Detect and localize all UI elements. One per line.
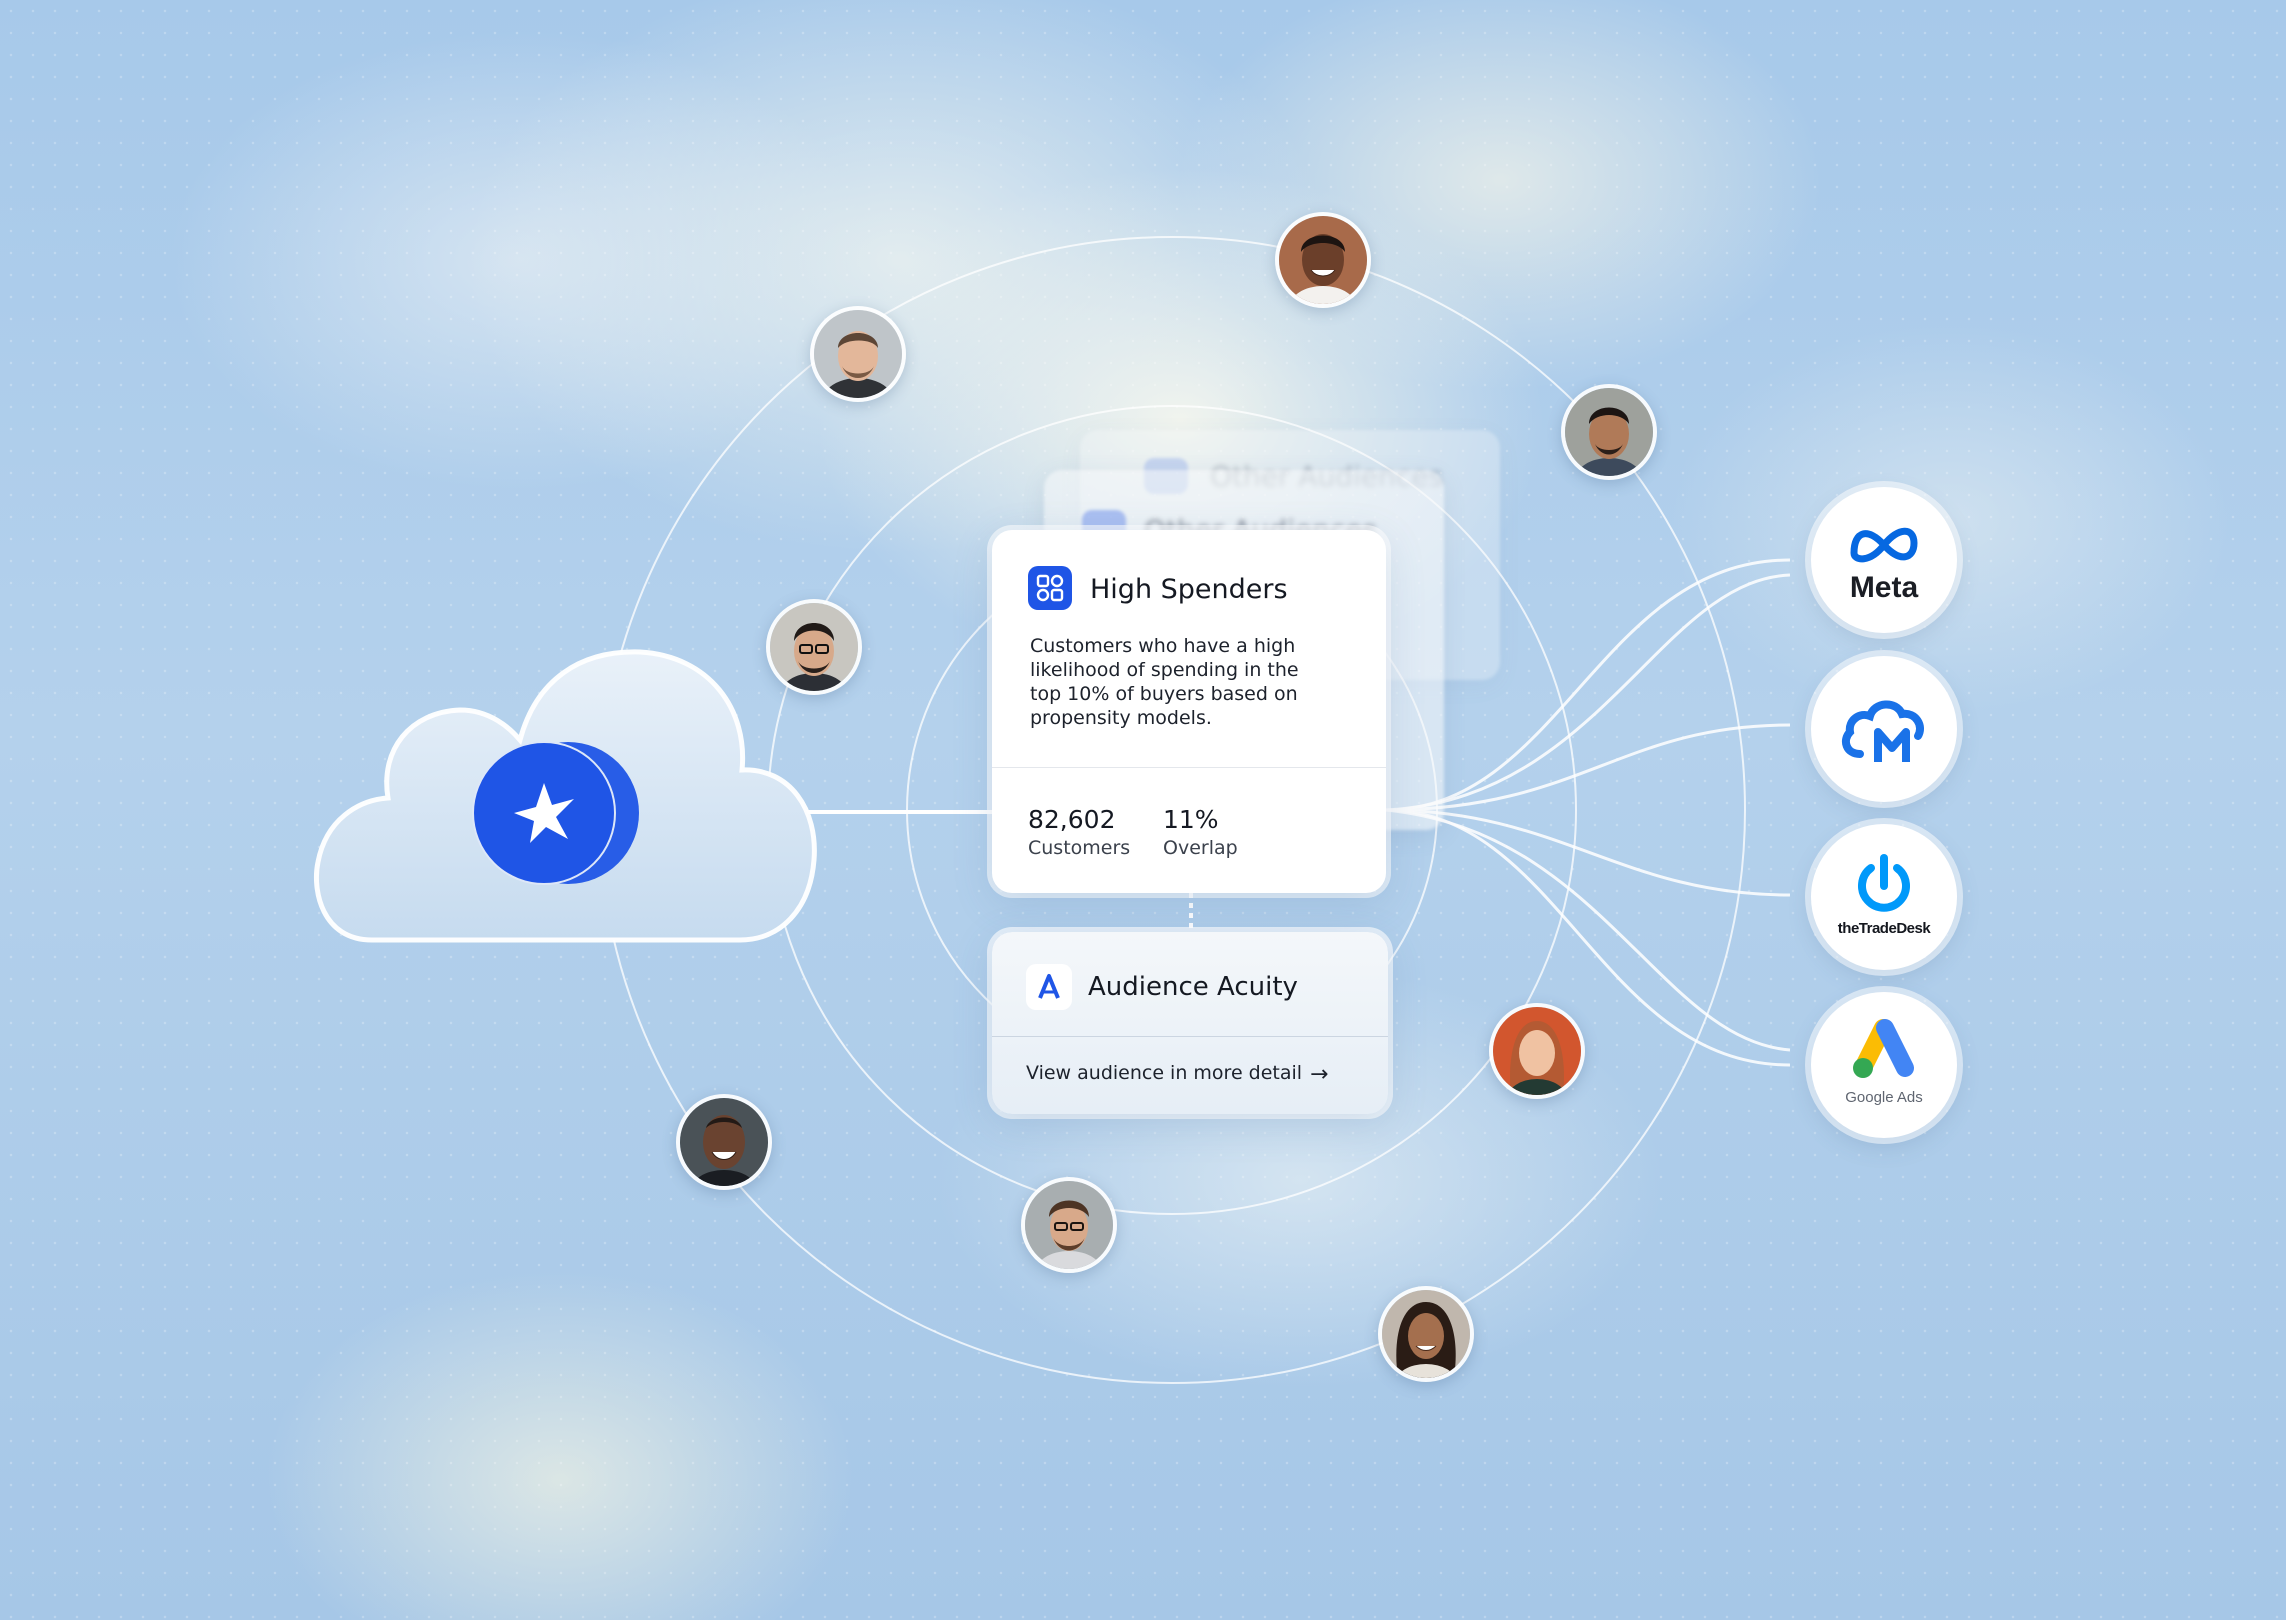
- person-avatar-7[interactable]: [1021, 1177, 1117, 1273]
- high-spenders-card[interactable]: High Spenders Customers who have a high …: [992, 530, 1386, 893]
- google-ads-partner[interactable]: Google Ads: [1811, 992, 1957, 1138]
- person-avatar-2[interactable]: [1275, 212, 1371, 308]
- customers-count: 82,602: [1028, 805, 1116, 834]
- person-avatar-6[interactable]: [676, 1094, 772, 1190]
- person-avatar-4[interactable]: [766, 599, 862, 695]
- audience-network-diagram: Other Audiences Other Audiences High Spe…: [0, 0, 2286, 1620]
- overlap-value: 11%: [1163, 805, 1219, 834]
- card-divider: [992, 767, 1386, 768]
- overlap-label: Overlap: [1163, 837, 1238, 859]
- customers-label: Customers: [1028, 837, 1131, 859]
- arrow-right-icon[interactable]: →: [1310, 1062, 1328, 1087]
- person-avatar-5[interactable]: [1489, 1003, 1585, 1099]
- meta-infinity-icon: [1850, 527, 1918, 563]
- person-avatar-8[interactable]: [1378, 1286, 1474, 1382]
- card-divider: [992, 1036, 1388, 1037]
- cm-partner[interactable]: [1811, 656, 1957, 802]
- audience-acuity-card[interactable]: Audience Acuity View audience in more de…: [992, 932, 1388, 1114]
- audience-acuity-title: Audience Acuity: [1088, 972, 1298, 1002]
- meta-label: Meta: [1849, 571, 1919, 604]
- google-ads-connector-line-2: [1384, 808, 1791, 1052]
- tradedesk-partner[interactable]: theTradeDesk: [1811, 824, 1957, 970]
- card-description: Customers who have a high likelihood of …: [1030, 635, 1299, 729]
- google-ads-connector-line: [1384, 808, 1791, 1067]
- segment-grid-icon: [1028, 566, 1072, 610]
- google-ads-icon: [1853, 1019, 1914, 1078]
- power-icon: [1858, 854, 1910, 912]
- audience-acuity-logo-icon: [1026, 964, 1072, 1010]
- meta-partner[interactable]: Meta: [1811, 487, 1957, 633]
- cloud-source: [313, 649, 817, 943]
- google-ads-label: Google Ads: [1845, 1089, 1923, 1106]
- tradedesk-label: theTradeDesk: [1837, 920, 1931, 937]
- cloud-m-logo-icon: [1841, 700, 1924, 762]
- person-avatar-3[interactable]: [1561, 384, 1657, 480]
- view-detail-link[interactable]: View audience in more detail: [1026, 1062, 1302, 1084]
- card-title: High Spenders: [1090, 574, 1288, 605]
- person-avatar-1[interactable]: [810, 306, 906, 402]
